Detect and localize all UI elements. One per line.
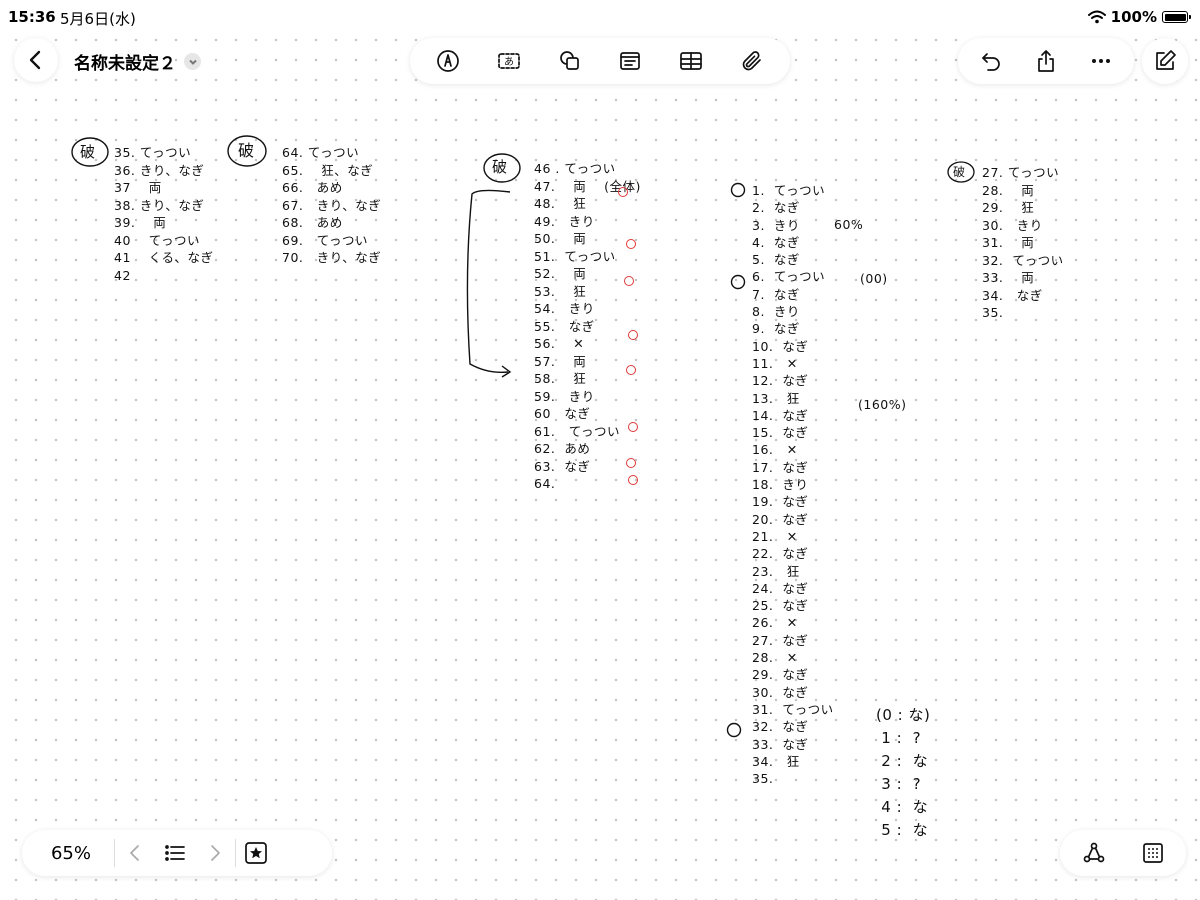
notes-column-5: 27. てっつい 28. 両 29. 狂 30. きり 31. 両 32. てっ… [982,165,1064,320]
previous-page-button[interactable] [115,833,155,873]
notes-column-4: 1. てっつい 2. なぎ 3. きり 4. なぎ 5. なぎ 6. てっつい … [752,183,834,787]
notes-column-1: 35. てっつい 36. きり、なぎ 37 両 38. きり、なぎ 39. 両 … [114,145,214,283]
chevron-left-icon [29,50,41,70]
red-circle-mark [628,475,638,485]
status-date: 5月6日(水) [60,10,136,28]
red-circle-mark [624,276,634,286]
wifi-icon [1087,10,1106,24]
grid-icon [1142,843,1163,863]
actions-toolbar [958,38,1134,84]
chevron-right-icon [211,845,220,861]
red-circle-mark [628,422,638,432]
status-indicators: 100% [1087,8,1191,26]
red-circle-mark [618,187,628,197]
star-icon [245,842,267,864]
tools-toolbar: あ [410,38,790,84]
notes-column-3: 46 . てっつい 47. 両 (全体) 48. 狂 49. きり 50. 両 … [534,161,641,491]
col1-header: 破 [80,143,96,161]
note-100: (00) [860,271,888,286]
red-circle-mark [626,239,636,249]
undo-icon [982,53,1001,71]
attach-button[interactable] [732,41,772,81]
compose-button-container [1142,38,1188,84]
text-box-icon: あ [498,53,520,69]
document-title[interactable]: 名称未設定２ [74,49,201,74]
grid-button[interactable] [1133,833,1173,873]
chevron-down-icon[interactable] [184,53,201,70]
svg-text:あ: あ [504,56,514,68]
markup-button[interactable] [428,41,468,81]
pen-icon [437,50,460,72]
note-160-percent: (160%) [858,397,907,412]
table-icon [680,52,702,70]
more-button[interactable] [1081,41,1121,81]
legend-notes: (0 : な) 1 : ? 2 : な 3 : ? 4 : な 5 : な [876,706,931,839]
list-icon [165,845,185,861]
bracket-arrow [466,189,512,378]
circle-mark [726,722,742,738]
share-icon [1038,50,1054,72]
chevron-left-icon [130,845,139,861]
text-format-button[interactable] [610,41,650,81]
col5-header: 破 [953,165,966,179]
note-60-percent: 60% [834,217,864,232]
col3-header: 破 [492,158,508,176]
lasso-button[interactable] [1074,833,1114,873]
battery-percent: 100% [1110,8,1157,26]
circle-mark [730,182,746,198]
paperclip-icon [742,51,761,71]
page-list-button[interactable] [155,833,195,873]
col2-header: 破 [238,141,255,160]
undo-button[interactable] [971,41,1011,81]
note-canvas[interactable]: 破 35. てっつい 36. きり、なぎ 37 両 38. きり、なぎ 39. … [0,90,1200,839]
next-page-button[interactable] [195,833,235,873]
notes-column-2: 64. てっつい 65. 狂、なぎ 66. あめ 67. きり、なぎ 68. あ… [282,145,382,265]
document-title-text: 名称未設定２ [74,54,176,74]
red-circle-mark [626,365,636,375]
bottom-tools-bar [1060,830,1186,876]
table-button[interactable] [671,41,711,81]
page-navigation-bar: 65% [22,830,332,876]
back-button-container [14,38,58,82]
new-note-button[interactable] [1145,41,1185,81]
textbox-button[interactable]: あ [489,41,529,81]
compose-icon [1156,50,1176,70]
circle-mark [730,274,746,290]
lasso-icon [1083,842,1104,863]
battery-icon [1162,11,1191,23]
red-circle-mark [628,330,638,340]
status-time: 15:36 [8,8,56,26]
red-circle-mark [626,458,636,468]
share-button[interactable] [1026,41,1066,81]
back-button[interactable] [16,40,56,80]
ellipsis-icon [1091,59,1110,63]
shapes-icon [559,51,579,70]
zoom-level[interactable]: 65% [28,843,114,864]
text-format-icon [620,52,641,70]
status-bar: 15:36 5月6日(水) 100% [0,0,1200,34]
battery-fill [1164,13,1186,21]
shapes-button[interactable] [550,41,590,81]
favorite-button[interactable] [236,833,276,873]
